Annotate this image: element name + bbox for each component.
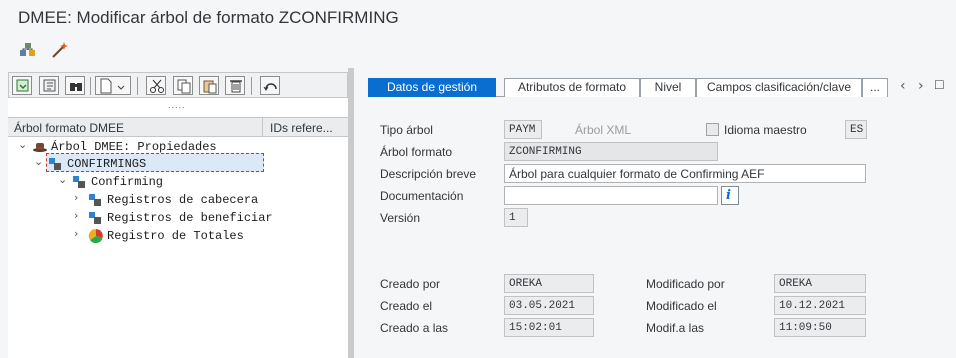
display-object-icon[interactable] xyxy=(12,76,32,95)
tree-node-confirming[interactable]: ⌄ Confirming xyxy=(8,173,348,191)
column-header-ids[interactable]: IDs refere... xyxy=(270,121,333,135)
title-bar: DMEE: Modificar árbol de formato ZCONFIR… xyxy=(0,0,956,34)
documentacion-label: Documentación xyxy=(380,189,464,203)
modif-a-las-label: Modif.a las xyxy=(646,321,705,335)
undo-icon[interactable] xyxy=(260,76,280,95)
creado-a-las-label: Creado a las xyxy=(380,321,449,335)
descripcion-input[interactable]: Árbol para cualquier formato de Confirmi… xyxy=(504,164,866,183)
hat-icon xyxy=(32,139,48,155)
tab-datos-gestion[interactable]: Datos de gestión xyxy=(368,78,496,97)
chevron-right-icon[interactable]: › xyxy=(74,227,78,240)
idioma-maestro-field[interactable]: ES xyxy=(845,120,867,139)
window-title: DMEE: Modificar árbol de formato ZCONFIR… xyxy=(18,8,399,27)
creado-por-field[interactable]: OREKA xyxy=(504,274,594,293)
app-window: DMEE: Modificar árbol de formato ZCONFIR… xyxy=(0,0,956,358)
tab-more[interactable]: ... xyxy=(862,78,888,97)
tree-node-label: Registros de cabecera xyxy=(107,193,259,207)
tree-node-label: Confirming xyxy=(91,175,164,189)
tab-strip: Datos de gestión Atributos de formato Ni… xyxy=(368,78,888,97)
creado-por-label: Creado por xyxy=(380,277,441,291)
info-icon[interactable]: i xyxy=(721,186,739,205)
modificado-el-label: Modificado el xyxy=(646,299,717,313)
chevron-down-icon[interactable]: ⌄ xyxy=(34,155,43,168)
segment-icon xyxy=(72,174,88,190)
chevron-down-icon[interactable]: ⌄ xyxy=(58,173,67,186)
hierarchy-change-icon[interactable] xyxy=(18,40,38,60)
pane-splitter[interactable] xyxy=(348,68,354,358)
tree-node-label: Registro de Totales xyxy=(107,229,244,243)
modif-a-las-field[interactable]: 11:09:50 xyxy=(774,318,866,337)
idioma-maestro-label: Idioma maestro xyxy=(724,123,807,137)
application-toolbar xyxy=(0,36,956,64)
tree-node-label: Registros de beneficiar xyxy=(107,211,273,225)
version-field[interactable]: 1 xyxy=(504,208,528,227)
tree-node-beneficiar[interactable]: › Registros de beneficiar xyxy=(8,209,348,227)
tree-node-label: CONFIRMINGS xyxy=(67,157,147,171)
tab-atributos-formato[interactable]: Atributos de formato xyxy=(504,78,640,97)
tipo-arbol-field[interactable]: PAYM xyxy=(504,120,542,139)
tree-node-cabecera[interactable]: › Registros de cabecera xyxy=(8,191,348,209)
tab-next-icon[interactable]: › xyxy=(918,78,924,94)
copy-icon[interactable] xyxy=(173,76,193,95)
creado-el-label: Creado el xyxy=(380,299,433,313)
tree-node-confirmings[interactable]: ⌄ CONFIRMINGS xyxy=(8,155,348,173)
column-header-tree[interactable]: Árbol formato DMEE xyxy=(14,121,124,135)
modificado-el-field[interactable]: 10.12.2021 xyxy=(774,296,866,315)
tree-node-totales[interactable]: › Registro de Totales xyxy=(8,227,348,245)
check-object-icon[interactable] xyxy=(39,76,59,95)
new-document-icon[interactable] xyxy=(95,76,131,95)
tab-campos-clasificacion[interactable]: Campos clasificación/clave xyxy=(696,78,862,97)
arbol-formato-label: Árbol formato xyxy=(380,145,453,159)
tree-pane: ..... Árbol formato DMEE IDs refere... ⌄… xyxy=(8,72,348,358)
modificado-por-label: Modificado por xyxy=(646,277,725,291)
segment-icon xyxy=(88,210,104,226)
creado-a-las-field[interactable]: 15:02:01 xyxy=(504,318,594,337)
tree-node-label: Árbol DMEE: Propiedades xyxy=(51,140,217,154)
tipo-arbol-label: Tipo árbol xyxy=(380,123,433,137)
chevron-right-icon[interactable]: › xyxy=(74,209,78,222)
tab-prev-icon[interactable]: ‹ xyxy=(900,78,906,94)
atom-icon xyxy=(88,228,104,244)
tree-header: Árbol formato DMEE IDs refere... xyxy=(8,117,348,137)
tree-toolbar xyxy=(8,72,348,98)
paste-icon[interactable] xyxy=(199,76,219,95)
descripcion-label: Descripción breve xyxy=(380,167,477,181)
modificado-por-field[interactable]: OREKA xyxy=(774,274,866,293)
resize-grip[interactable]: ..... xyxy=(168,100,186,110)
delete-icon[interactable] xyxy=(225,76,245,95)
tree-node-properties[interactable]: ⌄ Árbol DMEE: Propiedades xyxy=(8,138,348,156)
tab-nivel[interactable]: Nivel xyxy=(640,78,696,97)
chevron-down-icon[interactable]: ⌄ xyxy=(18,138,27,151)
arbol-xml-label: Árbol XML xyxy=(575,123,632,137)
chevron-right-icon[interactable]: › xyxy=(74,191,78,204)
structure-icon xyxy=(48,156,64,172)
tab-list-icon[interactable]: ☐ xyxy=(934,78,945,92)
creado-el-field[interactable]: 03.05.2021 xyxy=(504,296,594,315)
cut-icon[interactable] xyxy=(146,76,166,95)
magic-wand-icon[interactable] xyxy=(50,40,70,60)
version-label: Versión xyxy=(380,211,421,225)
idioma-maestro-checkbox[interactable] xyxy=(706,123,719,136)
documentacion-input[interactable] xyxy=(504,186,718,205)
detail-pane: Datos de gestión Atributos de formato Ni… xyxy=(356,68,956,358)
arbol-formato-field[interactable]: ZCONFIRMING xyxy=(504,142,718,161)
segment-icon xyxy=(88,192,104,208)
find-binoculars-icon[interactable] xyxy=(65,76,85,95)
